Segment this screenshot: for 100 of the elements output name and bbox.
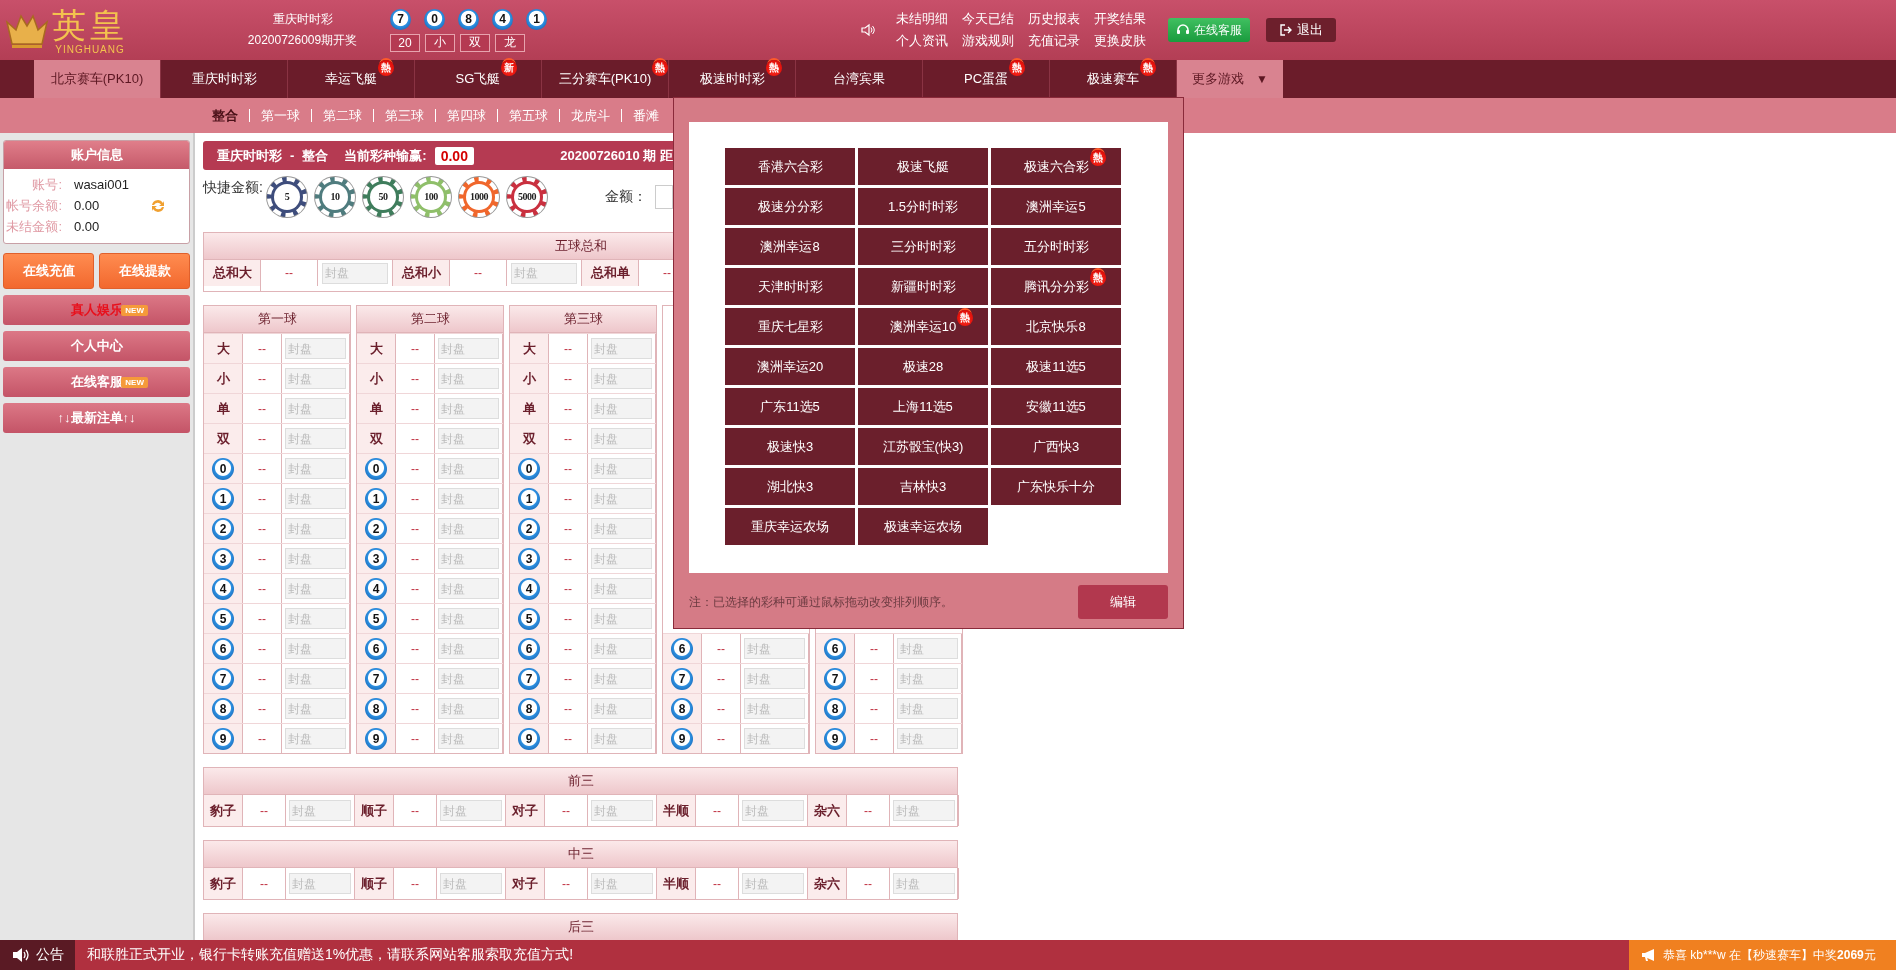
speaker-icon[interactable] (860, 22, 876, 38)
game-item[interactable]: 北京快乐8 (991, 308, 1121, 345)
speaker-icon (11, 947, 30, 963)
number-ball: 6 (365, 637, 387, 660)
game-item[interactable]: 极速分分彩 (725, 188, 855, 225)
odds-cell: -- (243, 664, 282, 693)
odds-cell: -- (855, 664, 894, 693)
chip-button[interactable]: 50 (362, 176, 403, 217)
bet-name: 半顺 (657, 868, 696, 899)
bet-name: 豹子 (204, 868, 243, 899)
odds-cell: -- (396, 694, 435, 723)
game-item[interactable]: 广东11选5 (725, 388, 855, 425)
game-item[interactable]: 极速28 (858, 348, 988, 385)
bet-name: 豹子 (204, 795, 243, 826)
bet-name: 单 (204, 394, 243, 423)
sub-tab[interactable]: 整合 (201, 106, 249, 125)
game-item[interactable]: 极速六合彩 熱 (991, 148, 1121, 185)
odds-cell: -- (549, 424, 588, 453)
game-item[interactable]: 极速飞艇 (858, 148, 988, 185)
odds-cell: -- (396, 394, 435, 423)
amount-label: 金额： (605, 187, 647, 206)
odds-cell: -- (847, 868, 890, 899)
odds-cell: -- (549, 514, 588, 543)
odds-cell: -- (545, 795, 588, 826)
number-ball: 0 (424, 8, 445, 30)
header-link[interactable]: 充值记录 (1028, 32, 1080, 50)
bet-name: 单 (510, 394, 549, 423)
game-item[interactable]: 广西快3 (991, 428, 1121, 465)
game-item[interactable]: 广东快乐十分 (991, 468, 1121, 505)
chip-button[interactable]: 5000 (506, 176, 547, 217)
header-link[interactable]: 开奖结果 (1094, 10, 1146, 28)
game-item[interactable]: 澳洲幸运10 熱 (858, 308, 988, 345)
game-item[interactable]: 江苏骰宝(快3) (858, 428, 988, 465)
odds-cell: -- (243, 424, 282, 453)
number-ball: 7 (390, 8, 411, 30)
bet-name: 对子 (506, 795, 545, 826)
bet-name: 小 (510, 364, 549, 393)
number-ball: 2 (365, 517, 387, 540)
menu-item[interactable]: ↑↓最新注单↑↓ (3, 403, 190, 433)
header-link[interactable]: 游戏规则 (962, 32, 1014, 50)
refresh-icon[interactable] (150, 197, 166, 214)
more-games-tab[interactable]: 更多游戏 ▼ (1177, 60, 1283, 98)
chip-button[interactable]: 100 (410, 176, 451, 217)
header-link[interactable]: 更换皮肤 (1094, 32, 1146, 50)
number-ball: 4 (212, 577, 234, 600)
game-item[interactable]: 湖北快3 (725, 468, 855, 505)
bet-name: 顺子 (355, 795, 394, 826)
game-tab[interactable]: 北京赛车(PK10) (34, 60, 161, 98)
number-ball: 7 (671, 667, 693, 690)
chip-button[interactable]: 1000 (458, 176, 499, 217)
game-item[interactable]: 新疆时时彩 (858, 268, 988, 305)
bet-name: 大 (357, 334, 396, 363)
number-ball: 9 (212, 727, 234, 750)
header-link[interactable]: 历史报表 (1028, 10, 1080, 28)
menu-item[interactable]: 在线客服 NEW (3, 367, 190, 397)
bet-name: 双 (510, 424, 549, 453)
chip-button[interactable]: 5 (266, 176, 307, 217)
result-cell: 龙 (495, 33, 525, 52)
header-link[interactable]: 未结明细 (896, 10, 948, 28)
game-item[interactable]: 1.5分时时彩 (858, 188, 988, 225)
game-item[interactable]: 天津时时彩 (725, 268, 855, 305)
number-ball: 5 (212, 607, 234, 630)
number-ball: 3 (212, 547, 234, 570)
game-item[interactable]: 吉林快3 (858, 468, 988, 505)
number-ball: 6 (212, 637, 234, 660)
bet-name: 总和小 (393, 260, 450, 286)
header-link[interactable]: 个人资讯 (896, 32, 948, 50)
game-item[interactable]: 腾讯分分彩 熱 (991, 268, 1121, 305)
game-item[interactable]: 重庆幸运农场 (725, 508, 855, 545)
number-ball: 8 (365, 697, 387, 720)
game-item[interactable]: 澳洲幸运20 (725, 348, 855, 385)
game-item[interactable]: 极速快3 (725, 428, 855, 465)
game-item[interactable]: 极速幸运农场 (858, 508, 988, 545)
header-link[interactable]: 今天已结 (962, 10, 1014, 28)
game-item[interactable]: 澳洲幸运8 (725, 228, 855, 265)
amount-field[interactable] (655, 184, 673, 209)
logout-button[interactable]: 退出 (1266, 18, 1336, 42)
odds-cell: -- (396, 574, 435, 603)
odds-cell: -- (243, 574, 282, 603)
game-item[interactable]: 三分时时彩 (858, 228, 988, 265)
game-item[interactable]: 澳洲幸运5 (991, 188, 1121, 225)
game-item[interactable]: 极速11选5 (991, 348, 1121, 385)
odds-cell: -- (855, 724, 894, 753)
result-cell: 双 (460, 33, 490, 52)
field-value: 0.00 (74, 198, 101, 213)
edit-button[interactable]: 编辑 (1078, 585, 1168, 619)
number-ball: 8 (212, 697, 234, 720)
bet-name: 对子 (506, 868, 545, 899)
menu-item[interactable]: 个人中心 (3, 331, 190, 361)
odds-cell: -- (549, 334, 588, 363)
game-item[interactable]: 五分时时彩 (991, 228, 1121, 265)
chip-button[interactable]: 10 (314, 176, 355, 217)
number-ball: 8 (671, 697, 693, 720)
odds-cell: -- (243, 634, 282, 663)
game-item[interactable]: 上海11选5 (858, 388, 988, 425)
game-item[interactable]: 安徽11选5 (991, 388, 1121, 425)
game-item[interactable]: 香港六合彩 (725, 148, 855, 185)
bet-name: 大 (510, 334, 549, 363)
game-item[interactable]: 重庆七星彩 (725, 308, 855, 345)
bet-name: 双 (357, 424, 396, 453)
